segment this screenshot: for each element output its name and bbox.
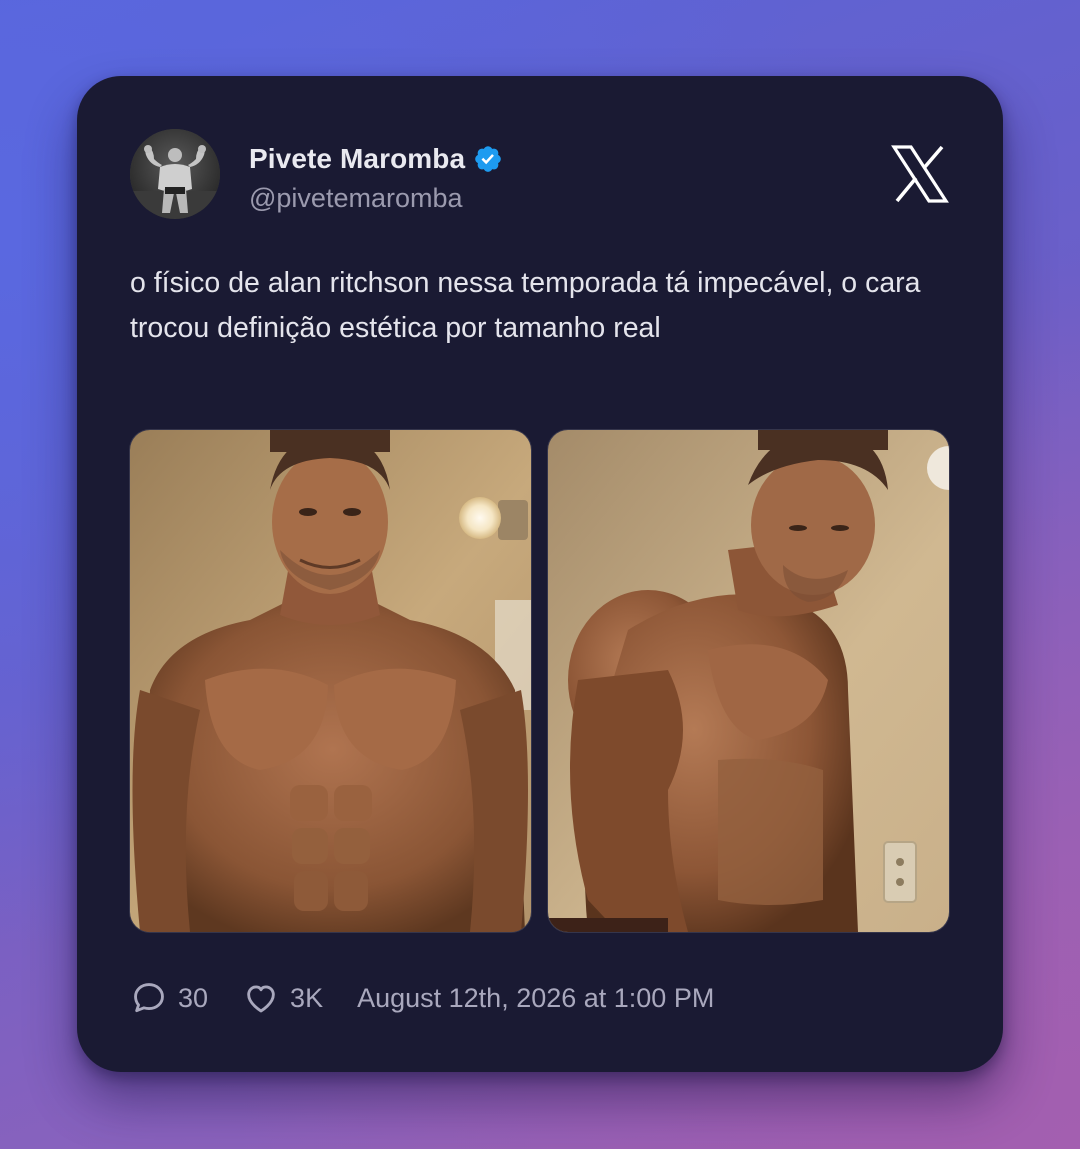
bodybuilder-photo — [130, 129, 220, 219]
tweet-image-2[interactable] — [548, 430, 949, 932]
reply-count: 30 — [178, 982, 209, 1013]
author-avatar[interactable] — [130, 129, 220, 219]
author-name-row: Pivete Maromba — [249, 142, 503, 176]
reply-stat[interactable]: 30 — [130, 979, 208, 1017]
tweet-card: Pivete Maromba @pivetemaromba o físico d… — [77, 76, 1003, 1072]
shirtless-man-side-photo — [548, 430, 949, 932]
author-info: Pivete Maromba @pivetemaromba — [249, 142, 503, 214]
author-handle[interactable]: @pivetemaromba — [249, 183, 503, 214]
tweet-footer: 30 3K August 12th, 2026 at 1:00 PM — [130, 978, 714, 1018]
author-name[interactable]: Pivete Maromba — [249, 143, 465, 175]
tweet-timestamp[interactable]: August 12th, 2026 at 1:00 PM — [357, 983, 714, 1014]
like-count: 3K — [290, 982, 324, 1013]
verified-badge-icon — [473, 144, 503, 174]
shirtless-man-front-photo — [130, 430, 531, 932]
x-logo-icon[interactable] — [891, 144, 949, 204]
like-stat[interactable]: 3K — [242, 979, 323, 1017]
heart-icon — [242, 979, 280, 1017]
tweet-text: o físico de alan ritchson nessa temporad… — [130, 267, 921, 344]
tweet-image-1[interactable] — [130, 430, 531, 932]
reply-icon — [130, 979, 168, 1017]
